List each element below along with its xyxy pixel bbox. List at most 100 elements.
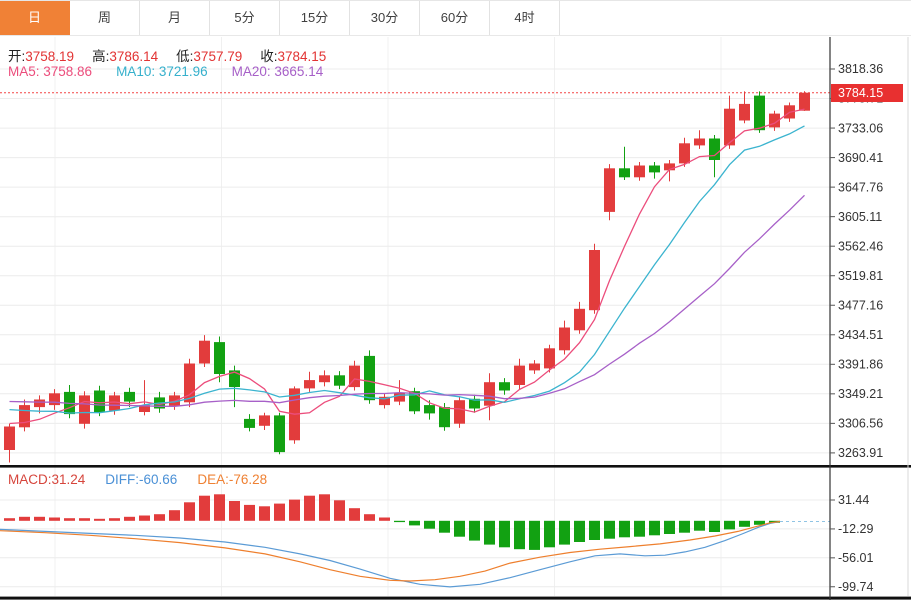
candle-body[interactable] [544, 348, 555, 368]
macd-histogram-bar[interactable] [289, 500, 300, 521]
macd-histogram-bar[interactable] [679, 521, 690, 533]
chart-canvas[interactable]: 3818.363775.713733.063690.413647.763605.… [0, 0, 911, 601]
candle-body[interactable] [619, 168, 630, 177]
candle-body[interactable] [214, 342, 225, 374]
candle-body[interactable] [589, 250, 600, 310]
macd-histogram-bar[interactable] [514, 521, 525, 549]
candle-body[interactable] [634, 166, 645, 178]
candle-body[interactable] [244, 419, 255, 428]
candle-body[interactable] [319, 375, 330, 382]
candle-body[interactable] [259, 415, 270, 425]
candle-body[interactable] [694, 139, 705, 146]
candle-body[interactable] [799, 93, 810, 111]
tab-weekly[interactable]: 周 [70, 1, 140, 35]
candle-body[interactable] [559, 328, 570, 351]
candle-body[interactable] [679, 143, 690, 163]
macd-histogram-bar[interactable] [259, 506, 270, 521]
macd-histogram-bar[interactable] [154, 514, 165, 521]
candle-body[interactable] [454, 400, 465, 424]
candle-body[interactable] [19, 405, 30, 427]
tab-15min[interactable]: 15分 [280, 1, 350, 35]
macd-histogram-bar[interactable] [724, 521, 735, 530]
macd-histogram-bar[interactable] [274, 504, 285, 521]
macd-histogram-bar[interactable] [349, 508, 360, 521]
macd-histogram-bar[interactable] [424, 521, 435, 529]
ma10-value: MA10: 3721.96 [116, 64, 208, 79]
macd-histogram-bar[interactable] [79, 518, 90, 521]
candle-body[interactable] [499, 382, 510, 390]
candle-body[interactable] [274, 415, 285, 452]
macd-histogram-bar[interactable] [409, 521, 420, 526]
macd-histogram-bar[interactable] [94, 519, 105, 521]
macd-histogram-bar[interactable] [169, 510, 180, 521]
macd-histogram-bar[interactable] [454, 521, 465, 537]
tab-30min[interactable]: 30分 [350, 1, 420, 35]
macd-histogram-bar[interactable] [649, 521, 660, 536]
macd-histogram-bar[interactable] [229, 501, 240, 521]
macd-histogram-bar[interactable] [499, 521, 510, 548]
candle-body[interactable] [709, 139, 720, 161]
macd-histogram-bar[interactable] [394, 521, 405, 522]
price-axis-label: 3690.41 [838, 151, 883, 165]
tab-4hour[interactable]: 4时 [490, 1, 560, 35]
candle-body[interactable] [124, 392, 135, 402]
candle-body[interactable] [739, 104, 750, 121]
candle-body[interactable] [4, 427, 15, 451]
price-axis-label: 3562.46 [838, 239, 883, 253]
candle-body[interactable] [199, 341, 210, 364]
candle-body[interactable] [604, 168, 615, 212]
macd-histogram-bar[interactable] [124, 517, 135, 521]
tab-5min[interactable]: 5分 [210, 1, 280, 35]
candle-body[interactable] [529, 364, 540, 371]
macd-histogram-bar[interactable] [529, 521, 540, 550]
macd-histogram-bar[interactable] [334, 500, 345, 521]
candle-body[interactable] [754, 96, 765, 131]
macd-histogram-bar[interactable] [364, 514, 375, 521]
candle-body[interactable] [514, 366, 525, 385]
macd-histogram-bar[interactable] [469, 521, 480, 541]
open-value: 3758.19 [25, 49, 74, 64]
macd-histogram-bar[interactable] [589, 521, 600, 540]
macd-histogram-bar[interactable] [739, 521, 750, 527]
candle-body[interactable] [334, 375, 345, 385]
macd-histogram-bar[interactable] [184, 502, 195, 521]
macd-histogram-bar[interactable] [319, 494, 330, 521]
macd-histogram-bar[interactable] [634, 521, 645, 537]
macd-histogram-bar[interactable] [64, 518, 75, 521]
macd-histogram-bar[interactable] [574, 521, 585, 542]
macd-histogram-bar[interactable] [379, 518, 390, 521]
candle-body[interactable] [424, 405, 435, 413]
macd-histogram-bar[interactable] [694, 521, 705, 531]
macd-histogram-bar[interactable] [19, 517, 30, 521]
macd-histogram-bar[interactable] [109, 518, 120, 521]
candle-body[interactable] [574, 309, 585, 331]
macd-histogram-bar[interactable] [214, 494, 225, 521]
macd-histogram-bar[interactable] [709, 521, 720, 532]
candle-body[interactable] [94, 391, 105, 413]
macd-histogram-bar[interactable] [199, 496, 210, 521]
candle-body[interactable] [49, 393, 60, 405]
macd-histogram-bar[interactable] [484, 521, 495, 545]
candle-body[interactable] [79, 395, 90, 423]
macd-histogram-bar[interactable] [244, 505, 255, 521]
tab-daily[interactable]: 日 [0, 1, 70, 35]
macd-histogram-bar[interactable] [559, 521, 570, 545]
macd-histogram-bar[interactable] [619, 521, 630, 538]
macd-histogram-bar[interactable] [4, 518, 15, 521]
macd-histogram-bar[interactable] [139, 516, 150, 521]
macd-histogram-bar[interactable] [439, 521, 450, 533]
macd-histogram-bar[interactable] [664, 521, 675, 534]
macd-histogram-bar[interactable] [544, 521, 555, 548]
candle-body[interactable] [394, 393, 405, 402]
candle-body[interactable] [484, 382, 495, 406]
candle-body[interactable] [304, 380, 315, 388]
candle-body[interactable] [34, 400, 45, 408]
macd-histogram-bar[interactable] [49, 518, 60, 521]
candle-body[interactable] [649, 166, 660, 173]
tab-60min[interactable]: 60分 [420, 1, 490, 35]
candle-body[interactable] [439, 407, 450, 427]
macd-histogram-bar[interactable] [304, 496, 315, 521]
macd-histogram-bar[interactable] [604, 521, 615, 539]
macd-histogram-bar[interactable] [34, 517, 45, 521]
tab-monthly[interactable]: 月 [140, 1, 210, 35]
